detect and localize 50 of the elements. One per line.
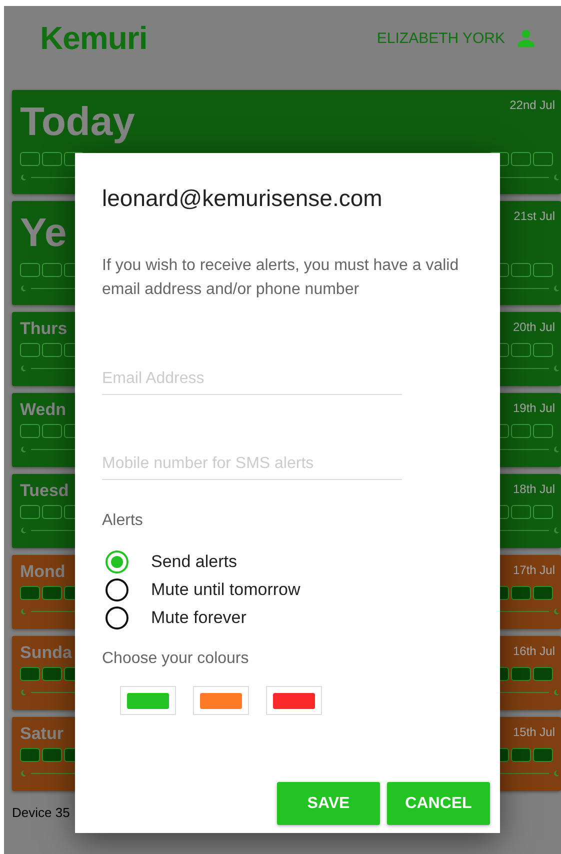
moon-icon bbox=[553, 688, 560, 696]
day-title: Thurs bbox=[20, 320, 68, 339]
moon-icon bbox=[553, 364, 560, 372]
colour-swatch[interactable] bbox=[266, 686, 322, 715]
colour-swatch[interactable] bbox=[120, 686, 176, 715]
radio-label: Send alerts bbox=[151, 552, 237, 572]
radio-label: Mute forever bbox=[151, 608, 246, 628]
radio-button[interactable] bbox=[105, 578, 129, 602]
day-date: 20th Jul bbox=[512, 320, 555, 334]
radio-label: Mute until tomorrow bbox=[151, 580, 300, 600]
moon-icon bbox=[20, 174, 27, 181]
day-date: 18th Jul bbox=[512, 482, 555, 496]
colour-swatch[interactable] bbox=[193, 686, 249, 715]
dialog-message: If you wish to receive alerts, you must have a valid email address and/or phone number bbox=[102, 256, 460, 300]
day-title: Wedn bbox=[20, 401, 66, 420]
moon-icon bbox=[553, 770, 560, 777]
user-name: ELIZABETH YORK bbox=[376, 30, 505, 46]
save-button[interactable]: SAVE bbox=[277, 782, 380, 825]
moon-icon bbox=[553, 174, 560, 181]
logo: Kemuri bbox=[40, 20, 148, 56]
day-title: Mond bbox=[20, 563, 66, 582]
moon-icon bbox=[20, 526, 27, 534]
moon-icon bbox=[20, 285, 27, 292]
cancel-button[interactable]: CANCEL bbox=[387, 782, 490, 825]
moon-icon bbox=[553, 608, 560, 615]
moon-icon bbox=[20, 364, 27, 372]
moon-icon bbox=[553, 526, 560, 534]
day-date: 21st Jul bbox=[514, 209, 555, 223]
moon-icon bbox=[20, 770, 27, 777]
day-date: 16th Jul bbox=[512, 644, 555, 658]
section-label: Alerts bbox=[102, 512, 143, 529]
moon-icon bbox=[553, 285, 560, 292]
day-title: Tuesd bbox=[20, 482, 69, 501]
day-title: Sunda bbox=[20, 644, 72, 663]
day-title: Ye bbox=[20, 211, 67, 255]
moon-icon bbox=[20, 608, 27, 615]
moon-icon bbox=[20, 446, 27, 453]
moon-icon bbox=[553, 446, 560, 453]
day-date: 22nd Jul bbox=[510, 98, 555, 112]
day-date: 15th Jul bbox=[512, 725, 555, 739]
device-label: Device 35 bbox=[12, 805, 70, 820]
radio-button[interactable] bbox=[105, 550, 129, 574]
user-icon bbox=[515, 27, 537, 49]
day-date: 17th Jul bbox=[512, 563, 555, 577]
radio-button[interactable] bbox=[105, 606, 129, 630]
day-title: Satur bbox=[20, 725, 64, 744]
day-title: Today bbox=[20, 100, 135, 144]
moon-icon bbox=[20, 688, 27, 696]
day-date: 19th Jul bbox=[512, 401, 555, 415]
section-label: Choose your colours bbox=[102, 650, 249, 667]
